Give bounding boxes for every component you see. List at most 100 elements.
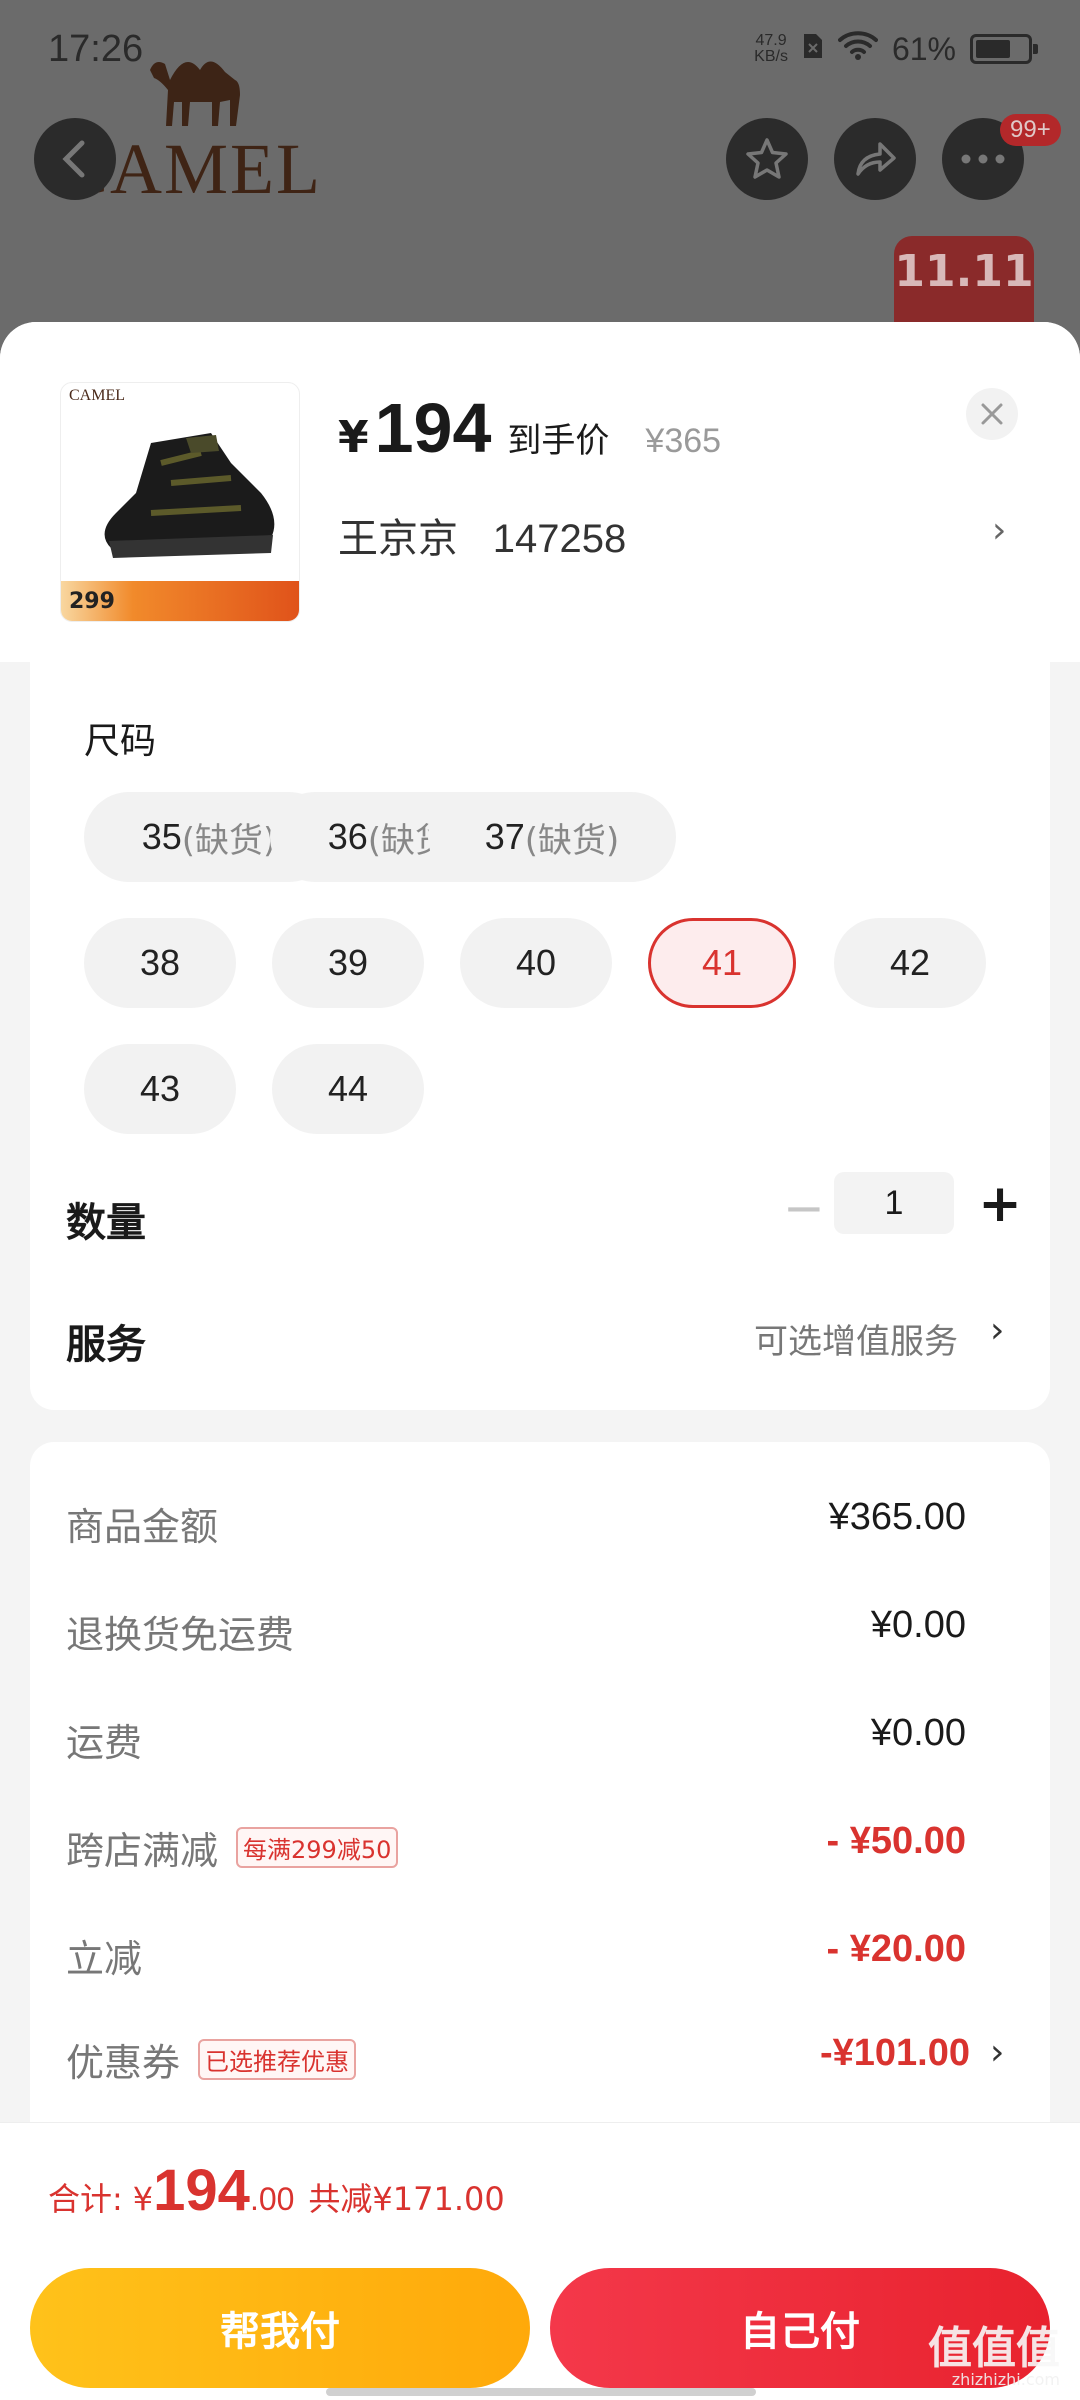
help-pay-button[interactable]: 帮我付 <box>30 2268 530 2388</box>
shoe-image <box>104 433 275 558</box>
quantity-input[interactable]: 1 <box>834 1172 954 1234</box>
size-value: 37 <box>484 816 525 857</box>
total-integer: 194 <box>153 2158 250 2223</box>
breakdown-label-group: 跨店满减 每满299减50 <box>66 1820 399 1875</box>
size-option-selected[interactable]: 41 <box>648 918 796 1008</box>
wifi-icon <box>837 30 878 68</box>
background-page: 17:26 47.9 KB/s 61% CAMEL 99+ 11.11 <box>0 0 1080 336</box>
status-icons: 47.9 KB/s 61% <box>754 30 1038 68</box>
final-price-label: 到手价 <box>507 421 610 461</box>
thumb-brand: CAMEL <box>69 387 125 404</box>
total-decimal: .00 <box>249 2181 295 2217</box>
coupon-tag: 已选推荐优惠 <box>198 2039 357 2080</box>
network-speed: 47.9 KB/s <box>754 32 788 65</box>
total-bar: 合计: ¥ 194 .00 共减¥171.00 <box>0 2122 1080 2254</box>
chevron-right-icon[interactable]: › <box>990 1310 1004 1351</box>
quantity-decrease-button[interactable]: − <box>774 1178 834 1238</box>
quantity-label: 数量 <box>66 1200 146 1246</box>
size-option[interactable]: 39 <box>272 918 424 1008</box>
total-currency: ¥ <box>132 2180 154 2218</box>
chevron-left-icon <box>62 140 85 178</box>
watermark-main: 值值值 <box>928 2323 1060 2374</box>
notification-badge: 99+ <box>1000 114 1061 146</box>
total-saved: 共减¥171.00 <box>308 2180 505 2218</box>
battery-icon <box>970 34 1038 64</box>
breakdown-row: 商品金额 ¥365.00 <box>30 1496 1050 1566</box>
breakdown-value: -¥101.00 <box>819 2032 970 2074</box>
camel-icon <box>150 61 240 126</box>
breakdown-label-group: 优惠券 已选推荐优惠 <box>66 2032 357 2087</box>
breakdown-label: 优惠券 <box>66 2041 181 2085</box>
chevron-right-icon[interactable]: › <box>990 2032 1004 2073</box>
total-amount: 合计: ¥ 194 .00 共减¥171.00 <box>48 2157 505 2224</box>
size-value: 39 <box>327 942 369 983</box>
size-option[interactable]: 43 <box>84 1044 236 1134</box>
service-selector[interactable]: 可选增值服务 <box>754 1314 958 1363</box>
sheet-header: CAMEL 299 ¥ 194 到手价 ¥365 王京京 147258 › <box>0 322 1080 662</box>
close-button[interactable] <box>966 388 1018 440</box>
size-value: 38 <box>139 942 181 983</box>
size-stock-note: (缺货) <box>524 820 620 861</box>
breakdown-value: ¥0.00 <box>870 1604 966 1646</box>
breakdown-row: 跨店满减 每满299减50 - ¥50.00 <box>30 1820 1050 1890</box>
price-currency: ¥ <box>338 412 369 463</box>
size-option[interactable]: 38 <box>84 918 236 1008</box>
address-code: 147258 <box>492 517 627 561</box>
chevron-right-icon[interactable]: › <box>992 510 1006 551</box>
close-icon <box>981 403 1003 425</box>
breakdown-value: - ¥50.00 <box>826 1820 966 1862</box>
thumb-price-bar: 299 <box>61 581 299 621</box>
breakdown-value: - ¥20.00 <box>826 1928 966 1970</box>
breakdown-label: 运费 <box>66 1721 143 1765</box>
service-label: 服务 <box>66 1322 146 1368</box>
watermark: 值值值 zhizhizhi.com <box>928 2312 1060 2389</box>
home-indicator[interactable] <box>326 2388 756 2396</box>
size-value: 35 <box>141 816 182 857</box>
options-card: 尺码 35 (缺货) 36 (缺货) 37 (缺货) 38 39 40 41 42 4… <box>30 658 1050 1410</box>
breakdown-label: 退换货免运费 <box>66 1613 295 1657</box>
size-option[interactable]: 44 <box>272 1044 424 1134</box>
star-icon <box>746 138 788 179</box>
address-name: 王京京 <box>338 516 458 562</box>
more-icon <box>961 154 1005 164</box>
share-icon <box>856 142 896 176</box>
address-selector[interactable]: 王京京 147258 <box>338 506 626 564</box>
size-title: 尺码 <box>84 721 157 762</box>
breakdown-row: 退换货免运费 ¥0.00 <box>30 1604 1050 1674</box>
breakdown-label: 商品金额 <box>66 1505 219 1549</box>
product-thumbnail[interactable]: CAMEL 299 <box>60 382 300 622</box>
quantity-increase-button[interactable]: + <box>970 1174 1030 1234</box>
final-price: 194 <box>374 389 492 467</box>
breakdown-row: 运费 ¥0.00 <box>30 1712 1050 1782</box>
size-value: 43 <box>139 1068 181 1109</box>
share-button[interactable] <box>834 118 916 200</box>
coupon-row[interactable]: 优惠券 已选推荐优惠 -¥101.00 › <box>30 2032 1050 2102</box>
favorite-button[interactable] <box>726 118 808 200</box>
breakdown-label: 立减 <box>66 1937 143 1981</box>
size-value: 42 <box>889 942 931 983</box>
original-price: ¥365 <box>645 422 722 460</box>
size-value: 41 <box>701 942 743 983</box>
sku-sheet: CAMEL 299 ¥ 194 到手价 ¥365 王京京 147258 › 尺码… <box>0 322 1080 2400</box>
discount-tag: 每满299减50 <box>236 1827 399 1868</box>
size-stock-note: (缺货) <box>181 820 277 861</box>
size-value: 40 <box>515 942 557 983</box>
back-button[interactable] <box>34 118 116 200</box>
thumb-price: 299 <box>69 588 115 614</box>
breakdown-value: ¥365.00 <box>828 1496 966 1538</box>
breakdown-label: 跨店满减 <box>66 1829 219 1873</box>
size-option[interactable]: 40 <box>460 918 612 1008</box>
price-breakdown-card: 商品金额 ¥365.00 退换货免运费 ¥0.00 运费 ¥0.00 跨店满减 … <box>30 1442 1050 2162</box>
size-value: 36 <box>327 816 368 857</box>
total-label: 合计: <box>48 2180 123 2218</box>
breakdown-value: ¥0.00 <box>870 1712 966 1754</box>
breakdown-row: 立减 - ¥20.00 <box>30 1928 1050 1998</box>
promo-badge[interactable]: 11.11 <box>894 236 1034 336</box>
size-value: 44 <box>327 1068 369 1109</box>
price-block: ¥ 194 到手价 ¥365 <box>338 388 721 468</box>
battery-percent: 61% <box>891 30 956 67</box>
size-option[interactable]: 37 (缺货) <box>428 792 676 882</box>
action-bar: 帮我付 自己付 <box>0 2254 1080 2400</box>
size-option[interactable]: 42 <box>834 918 986 1008</box>
sim-icon <box>802 30 824 68</box>
